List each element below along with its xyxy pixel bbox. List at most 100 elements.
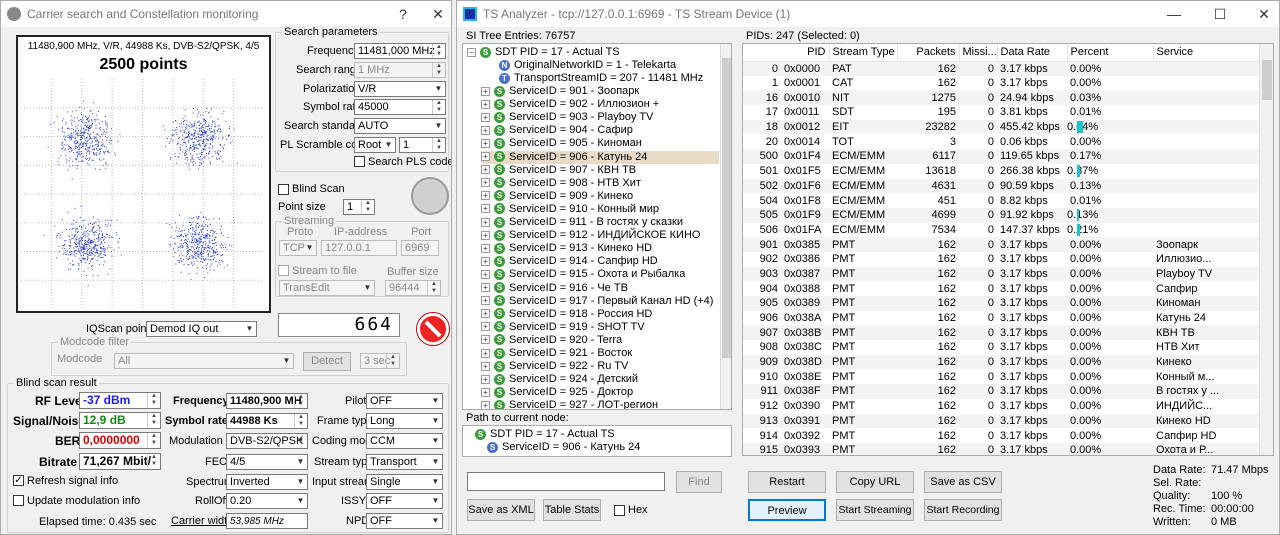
tree-service-node[interactable]: + S ServiceID = 908 - НТВ Хит <box>481 177 719 190</box>
stream-type-select[interactable]: Transport ▼ <box>366 454 443 470</box>
pid-table-scrollbar[interactable] <box>1259 44 1273 455</box>
coding-mode-select[interactable]: CCM ▼ <box>366 433 443 449</box>
search-pls-checkbox[interactable] <box>354 156 365 167</box>
input-stream-select[interactable]: Single ▼ <box>366 474 443 490</box>
modcode-select[interactable]: All ▼ <box>114 353 294 369</box>
path-node[interactable]: S ServiceID = 906 - Катунь 24 <box>487 441 640 454</box>
table-row[interactable]: 505 0x01F9 ECM/EMM 4699 0 91.92 kbps 0.13% <box>743 207 1263 223</box>
search-standard-select[interactable]: AUTO ▼ <box>354 118 446 134</box>
tree-root[interactable]: − S SDT PID = 17 - Actual TS <box>467 46 620 59</box>
expand-icon[interactable]: + <box>481 361 490 371</box>
tree-service-node[interactable]: + S ServiceID = 903 - Playboy TV <box>481 111 719 124</box>
table-row[interactable]: 915 0x0393 PMT 162 0 3.17 kbps 0.00% Охота и Р.… <box>743 442 1263 455</box>
expand-icon[interactable]: + <box>481 374 490 384</box>
tree-service-node[interactable]: + S ServiceID = 918 - Россия HD <box>481 308 719 321</box>
table-row[interactable]: 907 0x038B PMT 162 0 3.17 kbps 0.00% КВН ТВ <box>743 325 1263 341</box>
help-button[interactable]: ? <box>386 1 420 27</box>
detect-button[interactable]: Detect <box>303 352 351 371</box>
tree-service-node[interactable]: + S ServiceID = 920 - Terra <box>481 334 719 347</box>
table-row[interactable]: 906 0x038A PMT 162 0 3.17 kbps 0.00% Катунь 24 <box>743 310 1263 326</box>
hex-checkbox[interactable] <box>614 505 625 516</box>
expand-icon[interactable]: + <box>481 230 490 240</box>
table-row[interactable]: 500 0x01F4 ECM/EMM 6117 0 119.65 kbps 0.17% <box>743 149 1263 164</box>
tree-service-node[interactable]: + S ServiceID = 925 - Доктор <box>481 386 719 399</box>
table-row[interactable]: 904 0x0388 PMT 162 0 3.17 kbps 0.00% Сапфир <box>743 281 1263 296</box>
path-tree[interactable]: S SDT PID = 17 - Actual TS S ServiceID = 9… <box>462 425 732 457</box>
symbol-rate-input[interactable]: 45000 ▲ ▼ <box>354 99 446 115</box>
table-row[interactable]: 501 0x01F5 ECM/EMM 13618 0 266.38 kbps 0.37% <box>743 163 1263 179</box>
table-row[interactable]: 902 0x0386 PMT 162 0 3.17 kbps 0.00% Иллюзио... <box>743 251 1263 267</box>
find-input[interactable] <box>467 472 665 491</box>
expand-icon[interactable]: + <box>481 152 490 162</box>
expand-icon[interactable]: + <box>481 296 490 306</box>
expand-icon[interactable]: + <box>481 348 490 358</box>
tree-service-node[interactable]: + S ServiceID = 902 - Иллюзион + <box>481 98 719 111</box>
file-select[interactable]: TransEdit ▼ <box>279 280 375 296</box>
tree-service-node[interactable]: + S ServiceID = 922 - Ru TV <box>481 360 719 373</box>
expand-icon[interactable]: + <box>481 191 490 201</box>
table-row[interactable]: 905 0x0389 PMT 162 0 3.17 kbps 0.00% Киноман <box>743 296 1263 311</box>
expand-icon[interactable]: + <box>481 178 490 188</box>
start-recording-button[interactable]: Start Recording <box>924 499 1002 521</box>
tree-scrollbar[interactable] <box>720 44 731 409</box>
iq-scan-select[interactable]: Demod IQ out ▼ <box>146 321 257 337</box>
mascot-icon[interactable] <box>411 177 449 215</box>
table-row[interactable]: 910 0x038E PMT 162 0 3.17 kbps 0.00% Конный м..… <box>743 369 1263 385</box>
column-header[interactable]: Stream Type <box>829 44 898 62</box>
expand-icon[interactable]: + <box>481 243 490 253</box>
spectrum-select[interactable]: Inverted ▼ <box>226 474 308 490</box>
proto-select[interactable]: TCP ▼ <box>279 240 317 256</box>
column-header[interactable]: Service <box>1153 44 1264 62</box>
tree-service-node[interactable]: + S ServiceID = 921 - Восток <box>481 347 719 360</box>
expand-icon[interactable]: + <box>481 309 490 319</box>
update-modulation-checkbox[interactable] <box>13 495 24 506</box>
table-stats-button[interactable]: Table Stats <box>543 499 601 521</box>
table-row[interactable]: 913 0x0391 PMT 162 0 3.17 kbps 0.00% Кинеко HD <box>743 413 1263 429</box>
si-tree[interactable]: − S SDT PID = 17 - Actual TS N OriginalNetw… <box>462 43 732 410</box>
table-row[interactable]: 903 0x0387 PMT 162 0 3.17 kbps 0.00% Playboy TV <box>743 266 1263 282</box>
tree-service-node[interactable]: + S ServiceID = 913 - Кинеко HD <box>481 242 719 255</box>
port-input[interactable]: 6969 <box>401 240 439 256</box>
start-streaming-button[interactable]: Start Streaming <box>836 499 914 521</box>
table-row[interactable]: 504 0x01F8 ECM/EMM 451 0 8.82 kbps 0.01% <box>743 193 1263 208</box>
tree-service-node[interactable]: + S ServiceID = 919 - SHOT TV <box>481 321 719 334</box>
tree-service-node[interactable]: + S ServiceID = 905 - Киноман <box>481 137 719 150</box>
tree-service-node[interactable]: + S ServiceID = 906 - Катунь 24 <box>481 150 719 164</box>
column-header[interactable]: Data Rate <box>997 44 1068 62</box>
tree-service-node[interactable]: + S ServiceID = 927 - ЛОТ-регион <box>481 399 719 409</box>
tree-service-node[interactable]: + S ServiceID = 914 - Сапфир HD <box>481 255 719 268</box>
expand-icon[interactable]: + <box>481 269 490 279</box>
tree-service-node[interactable]: + S ServiceID = 924 - Детский <box>481 373 719 386</box>
modulation-select[interactable]: DVB-S2/QPSK ▼ <box>226 433 308 449</box>
tree-service-node[interactable]: + S ServiceID = 909 - Кинеко <box>481 190 719 203</box>
expand-icon[interactable]: + <box>481 387 490 397</box>
ip-input[interactable]: 127.0.0.1 <box>321 240 397 256</box>
tree-service-node[interactable]: + S ServiceID = 910 - Конный мир <box>481 203 719 216</box>
table-row[interactable]: 506 0x01FA ECM/EMM 7534 0 147.37 kbps 0.21% <box>743 222 1263 238</box>
tree-service-node[interactable]: + S ServiceID = 907 - КВН ТВ <box>481 164 719 177</box>
expand-icon[interactable]: + <box>481 99 490 109</box>
expand-icon[interactable]: + <box>481 217 490 227</box>
frame-type-select[interactable]: Long ▼ <box>366 413 443 429</box>
pl-scramble-code-input[interactable]: 1 ▲ ▼ <box>399 137 446 153</box>
expand-icon[interactable]: + <box>481 125 490 135</box>
table-row[interactable]: 908 0x038C PMT 162 0 3.17 kbps 0.00% НТВ Хит <box>743 340 1263 355</box>
table-row[interactable]: 909 0x038D PMT 162 0 3.17 kbps 0.00% Кинеко <box>743 354 1263 370</box>
stream-to-file-checkbox[interactable] <box>278 265 289 276</box>
polarization-select[interactable]: V/R ▼ <box>354 81 446 97</box>
issyi-select[interactable]: OFF ▼ <box>366 493 443 509</box>
save-csv-button[interactable]: Save as CSV <box>924 471 1002 493</box>
close-icon[interactable]: ✕ <box>421 1 451 27</box>
search-range-input[interactable]: 1 MHz ▲ ▼ <box>354 62 446 78</box>
buffer-size-input[interactable]: 96444 ▲ ▼ <box>385 280 441 296</box>
tree-service-node[interactable]: + S ServiceID = 912 - ИНДИЙСКОЕ КИНО <box>481 229 719 242</box>
fec-select[interactable]: 4/5 ▼ <box>226 454 308 470</box>
carrier-width-label[interactable]: Carrier width <box>171 515 233 527</box>
column-header[interactable]: PID <box>743 44 830 62</box>
expand-icon[interactable]: + <box>481 86 490 96</box>
path-node[interactable]: S SDT PID = 17 - Actual TS <box>475 428 615 441</box>
expand-icon[interactable]: + <box>481 165 490 175</box>
table-row[interactable]: 0 0x0000 PAT 162 0 3.17 kbps 0.00% <box>743 61 1263 76</box>
table-row[interactable]: 17 0x0011 SDT 195 0 3.81 kbps 0.01% <box>743 105 1263 120</box>
expand-icon[interactable]: + <box>481 204 490 214</box>
